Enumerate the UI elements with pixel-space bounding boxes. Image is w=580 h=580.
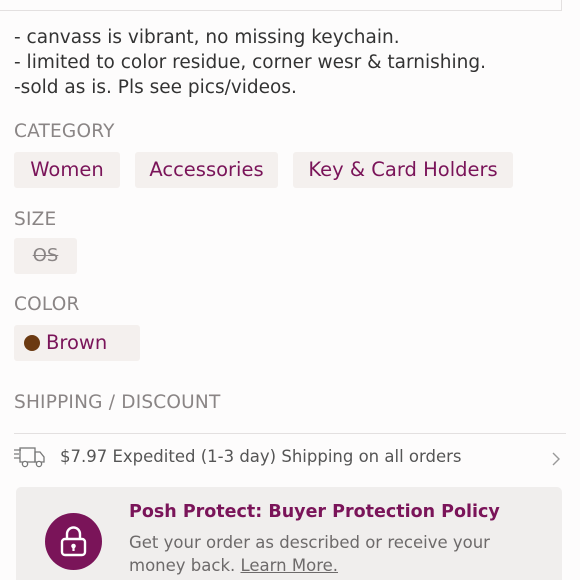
color-chip-brown[interactable]: Brown: [14, 325, 140, 361]
category-chip-accessories[interactable]: Accessories: [135, 152, 278, 188]
color-label: COLOR: [14, 294, 80, 315]
size-label: SIZE: [14, 209, 57, 230]
shipping-text: $7.97 Expedited (1-3 day) Shipping on al…: [60, 447, 462, 466]
lock-icon: [45, 513, 102, 570]
description-line: -sold as is. Pls see pics/videos.: [14, 77, 297, 98]
posh-protect-title: Posh Protect: Buyer Protection Policy: [129, 502, 500, 522]
color-swatch: [24, 335, 40, 351]
chevron-right-icon: [552, 451, 560, 470]
category-label: CATEGORY: [14, 121, 115, 142]
description-line: - limited to color residue, corner wesr …: [14, 52, 487, 73]
top-divider-corner: [561, 0, 562, 11]
top-divider: [0, 10, 562, 11]
listing-description: - canvass is vibrant, no missing keychai…: [14, 25, 486, 100]
learn-more-link[interactable]: Learn More.: [241, 556, 339, 575]
category-chip-women[interactable]: Women: [14, 152, 120, 188]
posh-protect-card: Posh Protect: Buyer Protection Policy Ge…: [16, 487, 562, 580]
truck-icon: [14, 447, 46, 473]
shipping-divider: [14, 433, 566, 434]
description-line: - canvass is vibrant, no missing keychai…: [14, 27, 400, 48]
category-chip-key-card-holders[interactable]: Key & Card Holders: [293, 152, 513, 188]
shipping-row[interactable]: $7.97 Expedited (1-3 day) Shipping on al…: [14, 441, 566, 475]
posh-protect-body: Get your order as described or receive y…: [129, 531, 549, 577]
shipping-label: SHIPPING / DISCOUNT: [14, 392, 221, 413]
size-chip[interactable]: OS: [14, 238, 77, 274]
color-chip-label: Brown: [46, 331, 108, 354]
